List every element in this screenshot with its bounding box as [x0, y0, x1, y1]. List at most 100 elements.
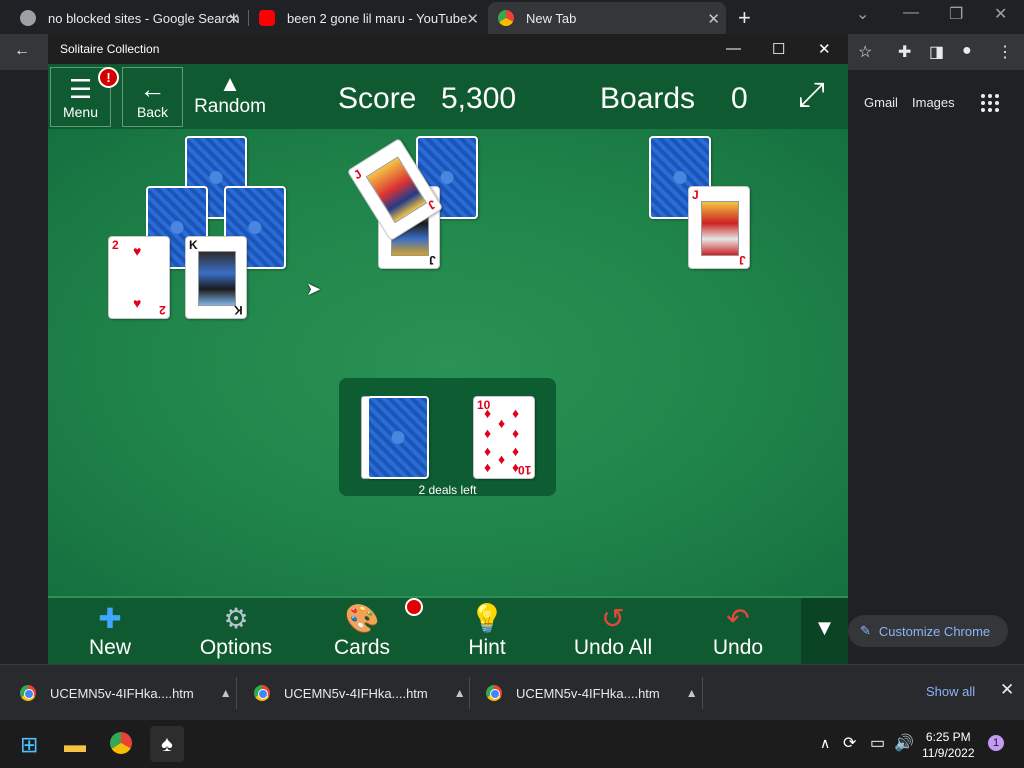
card-suit: ♦: [498, 415, 506, 431]
card-two-hearts[interactable]: 2 ♥ ♥ 2: [108, 236, 170, 319]
card-suit: ♦: [512, 425, 520, 441]
menu-label: Menu: [62, 104, 99, 120]
time-text: 6:25 PM: [925, 730, 971, 744]
close-icon[interactable]: ✕: [818, 40, 831, 58]
close-window-icon[interactable]: ✕: [994, 4, 1007, 24]
card-suit: ♦: [512, 405, 520, 421]
minimize-icon[interactable]: —: [726, 40, 741, 57]
card-rank: K: [189, 238, 198, 252]
jack-portrait: [701, 201, 739, 256]
card-jack-hearts[interactable]: J J: [688, 186, 750, 269]
chrome-icon: [110, 732, 132, 754]
show-all-link[interactable]: Show all: [926, 684, 975, 699]
undo-label: Undo: [712, 636, 764, 659]
tab-search-icon[interactable]: ⌄: [856, 4, 869, 24]
bookmark-star-icon[interactable]: ☆: [858, 42, 872, 62]
hint-button[interactable]: 💡 Hint: [432, 604, 542, 660]
new-game-button[interactable]: ✚ New: [55, 604, 165, 660]
fullscreen-icon[interactable]: ⤢: [798, 76, 825, 114]
file-explorer-icon[interactable]: ▬: [64, 732, 86, 758]
stock-area: 10 ♦ ♦ ♦ ♦ ♦ ♦ ♦ ♦ ♦ ♦ 10 2 deals left: [339, 378, 556, 497]
download-item[interactable]: UCEMN5v-4IFHka....htm ▲: [486, 685, 698, 701]
chevron-up-icon[interactable]: ▲: [220, 686, 232, 700]
maximize-icon[interactable]: ☐: [772, 40, 785, 58]
options-button[interactable]: ⚙ Options: [181, 604, 291, 660]
game-header: ☰ Menu ! ← Back ▲ Random Score 5,300 Boa…: [48, 64, 848, 129]
chrome-icon: [254, 685, 270, 701]
youtube-icon: [259, 10, 275, 26]
volume-icon[interactable]: 🔊: [894, 733, 914, 753]
card-suit: ♦: [484, 405, 492, 421]
score-value: 5,300: [441, 82, 517, 115]
card-suit: ♦: [498, 451, 506, 467]
gmail-link[interactable]: Gmail: [864, 95, 898, 110]
chevron-down-icon[interactable]: ▼: [801, 598, 848, 665]
network-icon[interactable]: ▭: [870, 733, 885, 753]
undo-button[interactable]: ↶ Undo: [683, 604, 793, 660]
tab-new-tab[interactable]: New Tab ✕: [488, 2, 726, 34]
card-suit: ♦: [512, 443, 520, 459]
windows-start-icon[interactable]: ⊞: [20, 732, 38, 758]
download-divider: [702, 677, 703, 709]
more-menu-icon[interactable]: ⋮: [997, 42, 1013, 62]
minimize-icon[interactable]: —: [903, 4, 919, 22]
back-button[interactable]: ← Back: [122, 67, 183, 127]
side-panel-icon[interactable]: ◨: [929, 42, 944, 62]
game-toolbar: ✚ New ⚙ Options 🎨 Cards 💡 Hint ↺ Undo Al…: [48, 596, 848, 665]
close-icon[interactable]: ✕: [466, 10, 479, 28]
stock-pile[interactable]: [367, 396, 429, 479]
card-ten-diamonds[interactable]: 10 ♦ ♦ ♦ ♦ ♦ ♦ ♦ ♦ ♦ ♦ 10: [473, 396, 535, 479]
chrome-taskbar-icon[interactable]: [110, 732, 132, 760]
chevron-up-icon[interactable]: ▲: [454, 686, 466, 700]
solitaire-window: Solitaire Collection — ☐ ✕ ☰ Menu ! ← Ba…: [48, 34, 848, 665]
close-icon[interactable]: ✕: [1000, 680, 1014, 700]
sync-icon[interactable]: ⟳: [843, 733, 856, 753]
boards-label: Boards: [600, 82, 696, 115]
king-portrait: [198, 251, 236, 306]
restore-icon[interactable]: ❐: [949, 4, 963, 24]
download-divider: [236, 677, 237, 709]
cards-button[interactable]: 🎨 Cards: [307, 604, 417, 660]
chrome-icon: [20, 685, 36, 701]
chevron-up-icon[interactable]: ▲: [686, 686, 698, 700]
card-suit: ♥: [133, 295, 142, 311]
images-link[interactable]: Images: [912, 95, 955, 110]
back-arrow-icon[interactable]: ←: [14, 42, 30, 60]
download-filename: UCEMN5v-4IFHka....htm: [284, 685, 428, 701]
gear-icon: ⚙: [223, 603, 249, 634]
card-rank: J: [739, 253, 746, 267]
card-rank: J: [425, 196, 439, 213]
undo-all-button[interactable]: ↺ Undo All: [558, 604, 668, 660]
boards-value: 0: [731, 82, 748, 115]
download-item[interactable]: UCEMN5v-4IFHka....htm ▲: [20, 685, 232, 701]
tab-google-search[interactable]: no blocked sites - Google Search ✕: [10, 2, 246, 34]
tab-title: been 2 gone lil maru - YouTube: [287, 10, 468, 26]
solitaire-taskbar-icon[interactable]: ♠: [150, 726, 184, 762]
new-tab-button[interactable]: +: [738, 5, 751, 31]
profile-icon[interactable]: ●: [962, 42, 972, 60]
card-king-spades[interactable]: K K: [185, 236, 247, 319]
card-suit: ♥: [133, 243, 142, 259]
card-rank: K: [234, 303, 243, 317]
back-arrow-icon: ←: [139, 74, 166, 104]
chevron-up-icon[interactable]: ∧: [820, 735, 830, 752]
back-label: Back: [136, 104, 169, 120]
tab-title: no blocked sites - Google Search: [48, 10, 240, 26]
extensions-icon[interactable]: ✚: [898, 42, 911, 62]
tab-youtube[interactable]: been 2 gone lil maru - YouTube ✕: [249, 2, 485, 34]
pencil-icon: ✎: [860, 623, 871, 638]
download-item[interactable]: UCEMN5v-4IFHka....htm ▲: [254, 685, 466, 701]
card-rank: 2: [112, 238, 119, 252]
close-icon[interactable]: ✕: [227, 10, 240, 28]
globe-icon: [20, 10, 36, 26]
card-rank: J: [692, 188, 699, 202]
date-text: 11/9/2022: [922, 746, 975, 760]
close-icon[interactable]: ✕: [707, 10, 720, 28]
mountain-icon: ▲: [219, 71, 241, 96]
customize-chrome-button[interactable]: ✎ Customize Chrome: [848, 615, 1008, 647]
google-apps-icon[interactable]: [981, 94, 999, 112]
notification-badge[interactable]: 1: [988, 735, 1004, 751]
hint-label: Hint: [468, 636, 506, 659]
clock[interactable]: 6:25 PM 11/9/2022: [922, 729, 975, 761]
solitaire-title-bar: Solitaire Collection — ☐ ✕: [48, 34, 848, 64]
